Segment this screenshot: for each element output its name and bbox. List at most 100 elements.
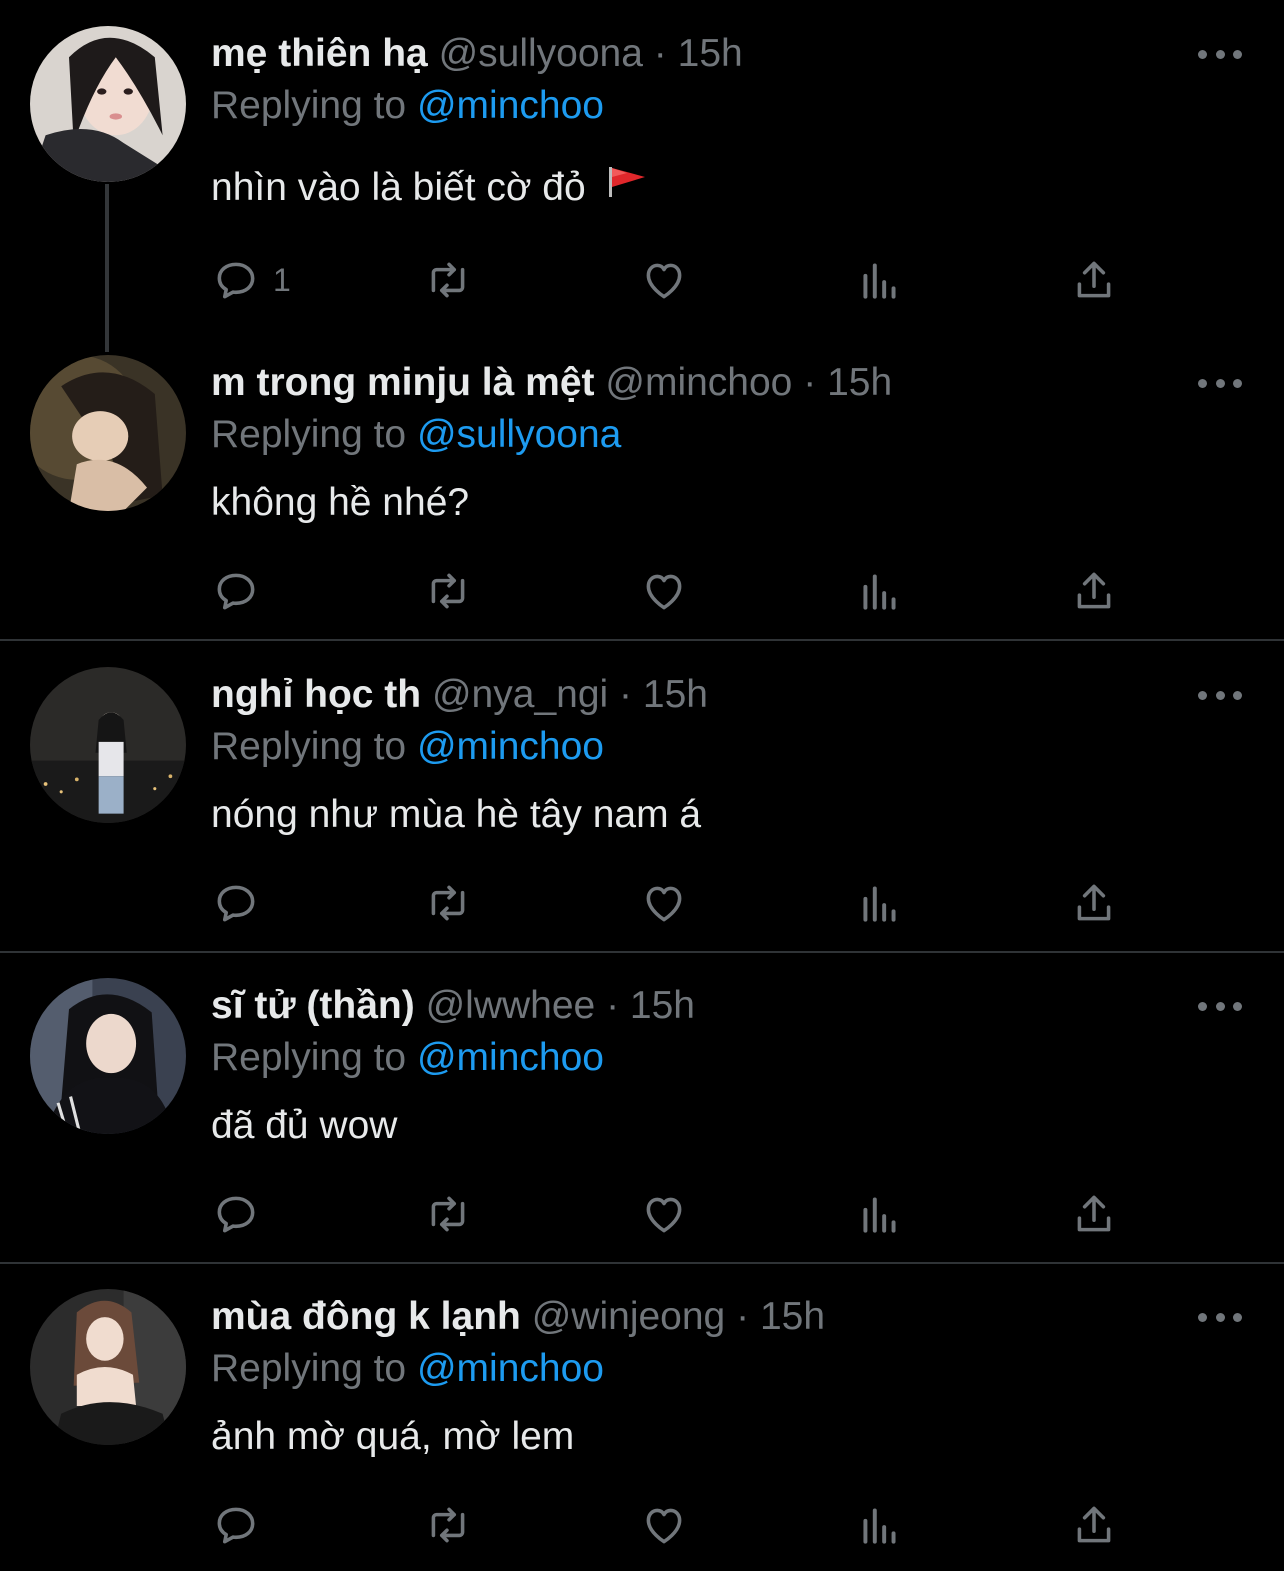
reply-icon bbox=[211, 566, 261, 616]
replying-to: Replying to @sullyoona bbox=[211, 411, 621, 459]
retweet-button[interactable] bbox=[423, 877, 473, 929]
views-button[interactable] bbox=[855, 877, 905, 929]
reply-button[interactable] bbox=[211, 565, 261, 617]
reply-icon bbox=[211, 255, 261, 305]
like-button[interactable] bbox=[639, 565, 689, 617]
replying-label: Replying to bbox=[211, 1347, 407, 1390]
tweet-text: ảnh mờ quá, mờ lem bbox=[211, 1415, 575, 1458]
display-name[interactable]: m trong minju là mệt bbox=[211, 361, 595, 404]
retweet-icon bbox=[423, 878, 473, 928]
username[interactable]: @lwwhee bbox=[426, 984, 596, 1027]
tweet-header: m trong minju là mệt @minchoo · 15h bbox=[211, 359, 892, 407]
retweet-button[interactable] bbox=[423, 565, 473, 617]
share-icon bbox=[1069, 878, 1119, 928]
display-name[interactable]: mẹ thiên hạ bbox=[211, 32, 428, 75]
tweet-text-content: nhìn vào là biết cờ đỏ bbox=[211, 166, 586, 209]
share-icon bbox=[1069, 566, 1119, 616]
like-button[interactable] bbox=[639, 254, 689, 306]
views-button[interactable] bbox=[855, 254, 905, 306]
divider bbox=[0, 951, 1284, 953]
username[interactable]: @sullyoona bbox=[439, 32, 643, 75]
retweet-button[interactable] bbox=[423, 1499, 473, 1551]
share-button[interactable] bbox=[1069, 1188, 1119, 1240]
mention-link[interactable]: @minchoo bbox=[417, 1036, 604, 1079]
avatar[interactable] bbox=[30, 1289, 186, 1445]
avatar[interactable] bbox=[30, 355, 186, 511]
replying-to: Replying to @minchoo bbox=[211, 1345, 604, 1393]
display-name[interactable]: nghỉ học th bbox=[211, 673, 421, 716]
share-button[interactable] bbox=[1069, 254, 1119, 306]
views-button[interactable] bbox=[855, 565, 905, 617]
like-button[interactable] bbox=[639, 877, 689, 929]
reply-button[interactable] bbox=[211, 1188, 261, 1240]
avatar[interactable] bbox=[30, 667, 186, 823]
red-flag-icon bbox=[607, 163, 647, 211]
tweet-text: đã đủ wow bbox=[211, 1104, 398, 1147]
tweet[interactable]: m trong minju là mệt @minchoo · 15h Repl… bbox=[0, 355, 1284, 640]
retweet-icon bbox=[423, 255, 473, 305]
more-icon[interactable] bbox=[1198, 1307, 1242, 1327]
retweet-button[interactable] bbox=[423, 1188, 473, 1240]
like-button[interactable] bbox=[639, 1499, 689, 1551]
tweet-text: không hề nhé? bbox=[211, 481, 470, 524]
timestamp[interactable]: 15h bbox=[643, 673, 708, 716]
separator-dot: · bbox=[619, 673, 633, 716]
tweet-header: mẹ thiên hạ @sullyoona · 15h bbox=[211, 30, 743, 78]
more-icon[interactable] bbox=[1198, 685, 1242, 705]
separator-dot: · bbox=[736, 1295, 750, 1338]
timestamp[interactable]: 15h bbox=[678, 32, 743, 75]
retweet-icon bbox=[423, 566, 473, 616]
mention-link[interactable]: @minchoo bbox=[417, 725, 604, 768]
tweet-text: nhìn vào là biết cờ đỏ bbox=[211, 164, 647, 212]
mention-link[interactable]: @minchoo bbox=[417, 1347, 604, 1390]
more-icon[interactable] bbox=[1198, 44, 1242, 64]
username[interactable]: @nya_ngi bbox=[432, 673, 608, 716]
tweet[interactable]: mẹ thiên hạ @sullyoona · 15h Replying to… bbox=[0, 26, 1284, 326]
reply-icon bbox=[211, 1500, 261, 1550]
tweet[interactable]: sĩ tử (thần) @lwwhee · 15h Replying to @… bbox=[0, 978, 1284, 1263]
share-button[interactable] bbox=[1069, 565, 1119, 617]
separator-dot: · bbox=[653, 32, 667, 75]
mention-link[interactable]: @sullyoona bbox=[417, 413, 621, 456]
tweet-text: nóng như mùa hè tây nam á bbox=[211, 793, 702, 836]
replying-label: Replying to bbox=[211, 84, 407, 127]
replying-to: Replying to @minchoo bbox=[211, 1034, 604, 1082]
retweet-button[interactable] bbox=[423, 254, 473, 306]
like-button[interactable] bbox=[639, 1188, 689, 1240]
replying-to: Replying to @minchoo bbox=[211, 82, 604, 130]
timestamp[interactable]: 15h bbox=[630, 984, 695, 1027]
separator-dot: · bbox=[803, 361, 817, 404]
share-button[interactable] bbox=[1069, 877, 1119, 929]
replying-label: Replying to bbox=[211, 725, 407, 768]
more-icon[interactable] bbox=[1198, 373, 1242, 393]
reply-button[interactable] bbox=[211, 877, 261, 929]
timestamp[interactable]: 15h bbox=[760, 1295, 825, 1338]
separator-dot: · bbox=[606, 984, 620, 1027]
display-name[interactable]: mùa đông k lạnh bbox=[211, 1295, 521, 1338]
action-bar bbox=[211, 877, 1131, 929]
share-icon bbox=[1069, 1189, 1119, 1239]
heart-icon bbox=[639, 878, 689, 928]
mention-link[interactable]: @minchoo bbox=[417, 84, 604, 127]
tweet-header: mùa đông k lạnh @winjeong · 15h bbox=[211, 1293, 825, 1341]
action-bar bbox=[211, 565, 1131, 617]
username[interactable]: @minchoo bbox=[605, 361, 792, 404]
timestamp[interactable]: 15h bbox=[827, 361, 892, 404]
tweet-header: sĩ tử (thần) @lwwhee · 15h bbox=[211, 982, 695, 1030]
display-name[interactable]: sĩ tử (thần) bbox=[211, 984, 415, 1027]
views-button[interactable] bbox=[855, 1188, 905, 1240]
reply-feed: mẹ thiên hạ @sullyoona · 15h Replying to… bbox=[0, 0, 1284, 1571]
tweet[interactable]: nghỉ học th @nya_ngi · 15h Replying to @… bbox=[0, 667, 1284, 952]
views-button[interactable] bbox=[855, 1499, 905, 1551]
avatar[interactable] bbox=[30, 978, 186, 1134]
replying-label: Replying to bbox=[211, 1036, 407, 1079]
avatar[interactable] bbox=[30, 26, 186, 182]
reply-button[interactable] bbox=[211, 1499, 261, 1551]
more-icon[interactable] bbox=[1198, 996, 1242, 1016]
username[interactable]: @winjeong bbox=[532, 1295, 726, 1338]
reply-button[interactable]: 1 bbox=[211, 254, 291, 306]
action-bar: 1 bbox=[211, 254, 1131, 306]
share-button[interactable] bbox=[1069, 1499, 1119, 1551]
replying-label: Replying to bbox=[211, 413, 407, 456]
tweet[interactable]: mùa đông k lạnh @winjeong · 15h Replying… bbox=[0, 1289, 1284, 1571]
